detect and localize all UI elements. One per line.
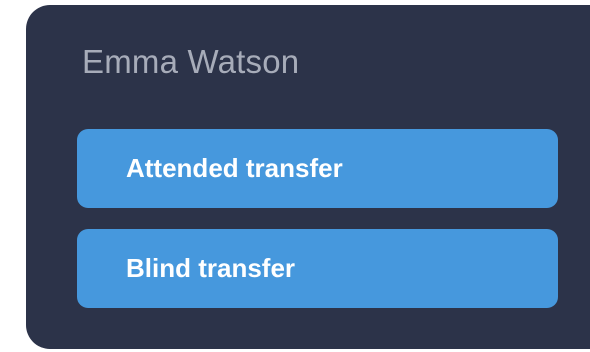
blind-transfer-button[interactable]: Blind transfer (77, 229, 558, 308)
attended-transfer-button[interactable]: Attended transfer (77, 129, 558, 208)
contact-name: Emma Watson (82, 43, 300, 80)
transfer-menu-panel: Emma Watson Attended transfer Blind tran… (26, 5, 590, 349)
